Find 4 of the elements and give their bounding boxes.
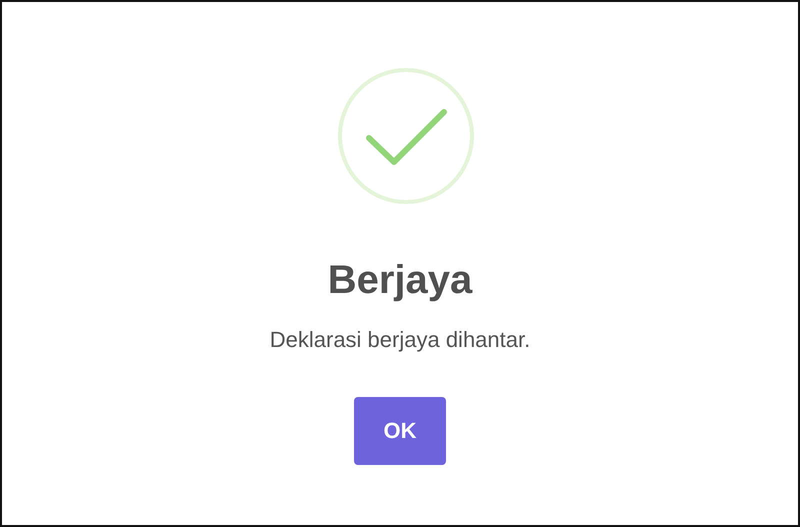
- dialog-title: Berjaya: [328, 257, 472, 304]
- checkmark-circle-icon: [336, 66, 476, 206]
- ok-button[interactable]: OK: [354, 396, 446, 465]
- dialog-message: Deklarasi berjaya dihantar.: [270, 326, 530, 354]
